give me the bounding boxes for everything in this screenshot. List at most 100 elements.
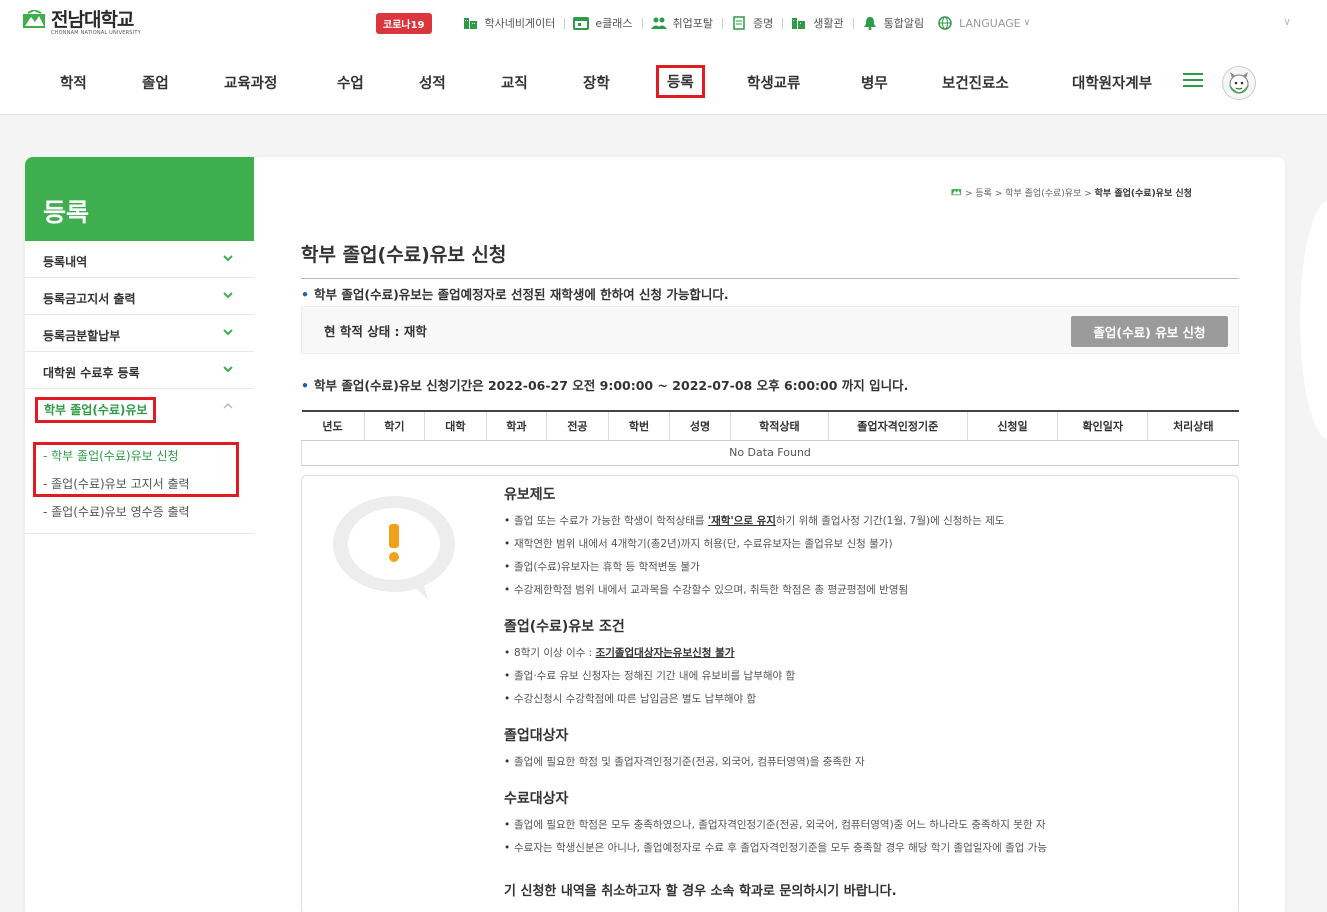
- gnb-item-academic-record[interactable]: 학적: [60, 72, 87, 93]
- mascot-avatar-icon[interactable]: [1222, 66, 1256, 100]
- calendar-icon: [573, 16, 590, 30]
- building-icon: [463, 16, 479, 30]
- sidebar-item-label: 학부 졸업(수료)유보: [35, 397, 157, 423]
- util-link-certificate[interactable]: 증명: [722, 15, 782, 31]
- gnb-item-graduation[interactable]: 졸업: [142, 72, 169, 93]
- page-title: 학부 졸업(수료)유보 신청: [301, 244, 507, 266]
- chevron-down-icon: [223, 255, 233, 262]
- column-header: 년도: [301, 410, 365, 441]
- exclamation-bubble-icon: [332, 494, 456, 602]
- application-period: 학부 졸업(수료)유보 신청기간은 2022-06-27 오전 9:00:00 …: [301, 375, 908, 394]
- section-title-completers: 수료대상자: [504, 791, 569, 807]
- chevron-down-icon: ∨: [1023, 18, 1031, 28]
- util-link-label: 취업포탈: [672, 17, 713, 30]
- column-header: 대학: [424, 410, 487, 441]
- column-header: 학번: [608, 410, 671, 441]
- table-header-row: 년도 학기 대학 학과 전공 학번 성명 학적상태 졸업자격인정기준 신청일 확…: [301, 410, 1239, 441]
- university-logo[interactable]: 전남대학교 CHONNAM NATIONAL UNIVERSITY: [22, 10, 141, 36]
- util-link-eclass[interactable]: e클래스: [564, 15, 641, 31]
- background-decoration: [1300, 200, 1327, 440]
- sidebar-item-registration-history[interactable]: 등록내역: [25, 241, 254, 278]
- column-header: 확인일자: [1057, 410, 1149, 441]
- sidebar-item-label: 등록금고지서 출력: [43, 292, 136, 306]
- info-body: 유보제도 졸업 또는 수료가 가능한 학생이 학적상태를 '재학'으로 유지하기…: [504, 484, 1224, 899]
- gnb-item-registration[interactable]: 등록: [656, 65, 705, 98]
- cancellation-note: 기 신청한 내역을 취소하고자 할 경우 소속 학과로 문의하시기 바랍니다.: [504, 884, 897, 899]
- header-expand-chevron-icon[interactable]: ∨: [1283, 15, 1291, 28]
- gnb-item-student-exchange[interactable]: 학생교류: [747, 72, 800, 93]
- breadcrumb-path[interactable]: > 등록 > 학부 졸업(수료)유보 >: [965, 186, 1092, 199]
- gnb-item-health-center[interactable]: 보건진료소: [942, 72, 1009, 93]
- util-link-label: 생활관: [813, 17, 844, 30]
- sidebar-item-grad-post-completion[interactable]: 대학원 수료후 등록: [25, 352, 254, 389]
- sidebar-item-installment[interactable]: 등록금분할납부: [25, 315, 254, 352]
- language-selector[interactable]: LANGUAGE ∨: [937, 16, 1030, 30]
- gnb-item-teaching[interactable]: 교직: [501, 72, 528, 93]
- sidebar-subitem-deferral-apply[interactable]: - 학부 졸업(수료)유보 신청: [43, 447, 179, 464]
- main-navigation: 학적 졸업 교육과정 수업 성적 교직 장학 등록 학생교류 병무 보건진료소 …: [0, 62, 1327, 102]
- apply-deferral-button[interactable]: 졸업(수료) 유보 신청: [1071, 316, 1228, 347]
- column-header: 학기: [364, 410, 426, 441]
- util-link-career[interactable]: 취업포탈: [641, 15, 722, 31]
- sidebar-divider: [25, 533, 254, 534]
- column-header: 학적상태: [730, 410, 829, 441]
- info-bullet: 수료자는 학생신분은 아니나, 졸업예정자로 수료 후 졸업자격인정기준을 모두…: [504, 837, 1224, 860]
- info-bullet: 재학연한 범위 내에서 4개학기(총2년)까지 허용(단, 수료유보자는 졸업유…: [504, 533, 1224, 556]
- sidebar-subitem-deferral-receipt[interactable]: - 졸업(수료)유보 영수증 출력: [43, 503, 190, 520]
- site-header: 전남대학교 CHONNAM NATIONAL UNIVERSITY 코로나19 …: [0, 0, 1327, 115]
- chevron-down-icon: [223, 292, 233, 299]
- dormitory-icon: [791, 16, 807, 30]
- status-panel: 현 학적 상태 : 재학 졸업(수료) 유보 신청: [301, 306, 1239, 354]
- sidebar-item-tuition-bill[interactable]: 등록금고지서 출력: [25, 278, 254, 315]
- util-link-navigator[interactable]: 학사네비게이터: [454, 15, 565, 31]
- current-status-text: 현 학적 상태 : 재학: [324, 324, 427, 339]
- breadcrumb-current: 학부 졸업(수료)유보 신청: [1094, 189, 1192, 199]
- eligibility-notice: 학부 졸업(수료)유보는 졸업예정자로 선정된 재학생에 한하여 신청 가능합니…: [301, 284, 729, 303]
- menu-icon[interactable]: [1183, 73, 1203, 88]
- section-title-deferral-system: 유보제도: [504, 487, 556, 503]
- logo-emblem-icon: [22, 10, 47, 29]
- people-icon: [650, 16, 667, 30]
- home-icon[interactable]: [951, 187, 962, 199]
- gnb-item-curriculum[interactable]: 교육과정: [224, 72, 277, 93]
- gnb-item-grad-accounting[interactable]: 대학원자계부: [1072, 72, 1152, 93]
- column-header: 처리상태: [1147, 410, 1239, 441]
- language-label: LANGUAGE: [959, 16, 1021, 30]
- application-table: 년도 학기 대학 학과 전공 학번 성명 학적상태 졸업자격인정기준 신청일 확…: [301, 410, 1239, 466]
- column-header: 학과: [486, 410, 548, 441]
- info-bullet: 졸업(수료)유보자는 휴학 등 학적변동 불가: [504, 556, 1224, 579]
- util-link-notification[interactable]: 통합알림: [852, 15, 933, 31]
- sidebar-item-label: 등록내역: [43, 255, 88, 269]
- underlined-emphasis: '재학'으로 유지: [707, 515, 776, 527]
- gnb-item-grades[interactable]: 성적: [419, 72, 446, 93]
- gnb-item-classes[interactable]: 수업: [337, 72, 364, 93]
- underlined-emphasis: 조기졸업대상자는유보신청 불가: [595, 647, 735, 659]
- info-bullet: 8학기 이상 이수 : 조기졸업대상자는유보신청 불가: [504, 642, 1224, 665]
- logo-subtitle: CHONNAM NATIONAL UNIVERSITY: [51, 30, 141, 36]
- content-card: 등록 등록내역 등록금고지서 출력 등록금분할납부 대학원 수료후 등록 학부 …: [25, 157, 1285, 912]
- sidebar-item-graduation-deferral[interactable]: 학부 졸업(수료)유보: [25, 389, 254, 426]
- info-bullet: 졸업·수료 유보 신청자는 정해진 기간 내에 유보비를 납부해야 함: [504, 665, 1224, 688]
- empty-table-message: No Data Found: [301, 440, 1239, 466]
- sidebar: 등록 등록내역 등록금고지서 출력 등록금분할납부 대학원 수료후 등록 학부 …: [25, 157, 254, 912]
- utility-bar: 코로나19 학사네비게이터 e클래스 취업포탈 증명 생활관 통합알림 LANG…: [376, 12, 1030, 34]
- column-header: 전공: [546, 410, 609, 441]
- breadcrumb: > 등록 > 학부 졸업(수료)유보 > 학부 졸업(수료)유보 신청: [951, 186, 1192, 199]
- bell-icon: [862, 16, 878, 30]
- info-bullet: 수강제한학점 범위 내에서 교과목을 수강할수 있으며, 취득한 학점은 총 평…: [504, 579, 1224, 602]
- sidebar-subitem-deferral-bill[interactable]: - 졸업(수료)유보 고지서 출력: [43, 475, 190, 492]
- chevron-down-icon: [223, 329, 233, 336]
- gnb-item-military[interactable]: 병무: [861, 72, 888, 93]
- chevron-up-icon: [223, 402, 233, 409]
- column-header: 신청일: [967, 410, 1059, 441]
- covid19-badge[interactable]: 코로나19: [376, 12, 432, 34]
- table-row: No Data Found: [301, 440, 1239, 466]
- util-link-label: 통합알림: [883, 17, 925, 30]
- sidebar-item-label: 대학원 수료후 등록: [43, 366, 140, 380]
- util-link-dormitory[interactable]: 생활관: [782, 15, 852, 31]
- info-bullet: 졸업에 필요한 학점 및 졸업자격인정기준(전공, 외국어, 컴퓨터영역)을 충…: [504, 751, 1224, 774]
- title-divider: [301, 278, 1239, 279]
- gnb-item-scholarship[interactable]: 장학: [583, 72, 610, 93]
- info-bullet: 수강신청시 수강학점에 따른 납입금은 별도 납부해야 함: [504, 688, 1224, 711]
- chevron-down-icon: [223, 366, 233, 373]
